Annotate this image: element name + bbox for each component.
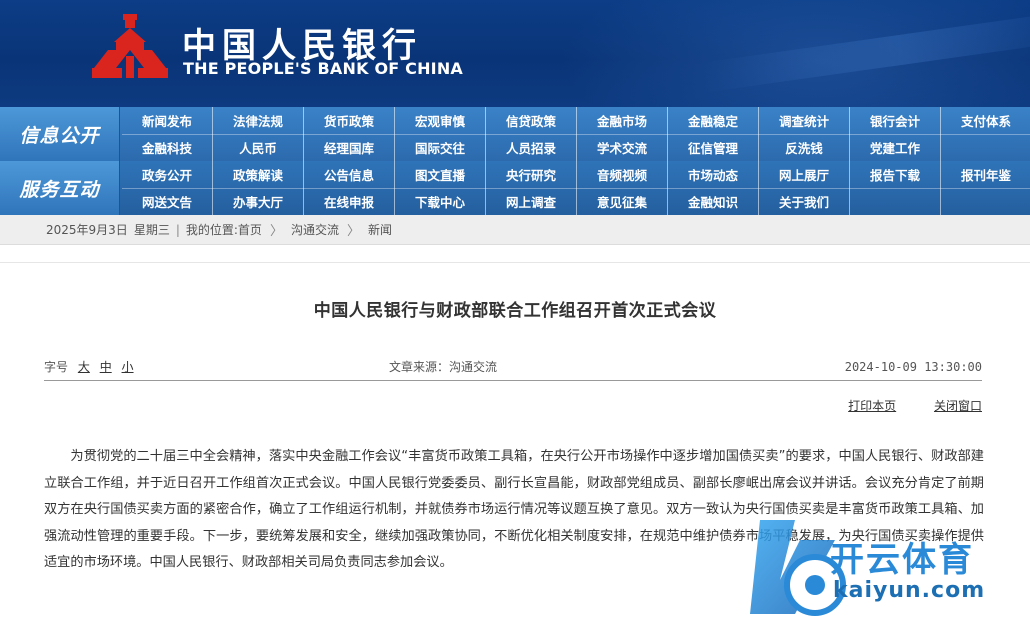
nav-item-section1-16[interactable]: 征信管理 [668,134,759,161]
nav-item-section2-17[interactable]: 关于我们 [759,188,850,215]
nav-item-section2-10[interactable]: 网送文告 [122,188,213,215]
nav-item-section2-2[interactable]: 公告信息 [304,161,395,188]
watermark-brand-cn: 开云体育 [830,540,974,580]
nav-item-section1-3[interactable]: 宏观审慎 [395,107,486,134]
nav-section-info: 信息公开 新闻发布 法律法规 货币政策 宏观审慎 信贷政策 金融市场 金融稳定 调查统计 银行会… [0,107,1030,161]
nav-category-service[interactable]: 服务互动 [0,161,120,215]
article-meta: 字号 大 中 小 文章来源：沟通交流 2024-10-09 13:30:00 [44,353,982,381]
nav-grid-service: 政务公开 政策解读 公告信息 图文直播 央行研究 音频视频 市场动态 网上展厅 报告下载 报刊年鉴… [122,161,1030,215]
breadcrumb-communication-link[interactable]: 沟通交流 [291,221,339,238]
close-window-link[interactable]: 关闭窗口 [934,399,982,413]
nav-item-section1-15[interactable]: 学术交流 [577,134,668,161]
article-source: 文章来源：沟通交流 [389,360,498,374]
font-size-small-link[interactable]: 小 [122,360,134,374]
nav-item-section2-5[interactable]: 音频视频 [577,161,668,188]
nav-item-section2-15[interactable]: 意见征集 [577,188,668,215]
breadcrumb-home-link[interactable]: 首页 [238,221,262,238]
nav-item-section1-11[interactable]: 人民币 [213,134,304,161]
nav-item-section1-7[interactable]: 调查统计 [759,107,850,134]
nav-item-section1-4[interactable]: 信贷政策 [486,107,577,134]
font-size-medium-link[interactable]: 中 [100,360,112,374]
nav-item-section2-4[interactable]: 央行研究 [486,161,577,188]
nav-grid-info: 新闻发布 法律法规 货币政策 宏观审慎 信贷政策 金融市场 金融稳定 调查统计 银行会计 支付体系… [122,107,1030,161]
nav-item-section1-9[interactable]: 支付体系 [941,107,1030,134]
nav-item-section1-10[interactable]: 金融科技 [122,134,213,161]
nav-item-section1-13[interactable]: 国际交往 [395,134,486,161]
nav-item-section1-14[interactable]: 人员招录 [486,134,577,161]
nav-item-section2-8[interactable]: 报告下载 [850,161,941,188]
nav-item-section2-16[interactable]: 金融知识 [668,188,759,215]
nav-item-section2-11[interactable]: 办事大厅 [213,188,304,215]
bank-name-en: THE PEOPLE'S BANK OF CHINA [183,59,464,78]
content-top-divider [0,262,1030,263]
current-weekday: 星期三 [133,223,170,237]
nav-item-section1-0[interactable]: 新闻发布 [122,107,213,134]
nav-item-section2-7[interactable]: 网上展厅 [759,161,850,188]
pboc-logo-icon[interactable] [90,12,170,84]
chevron-right-icon: 〉 [269,224,283,239]
font-size-large-link[interactable]: 大 [78,360,90,374]
location-label: 我的位置: [185,223,238,237]
nav-item-section2-6[interactable]: 市场动态 [668,161,759,188]
nav-item-section1-12[interactable]: 经理国库 [304,134,395,161]
nav-item-section2-13[interactable]: 下载中心 [395,188,486,215]
nav-item-section1-18[interactable]: 党建工作 [850,134,941,161]
nav-item-empty [941,134,1030,161]
nav-category-info[interactable]: 信息公开 [0,107,120,161]
nav-item-section1-8[interactable]: 银行会计 [850,107,941,134]
chevron-right-icon: 〉 [346,224,360,239]
nav-item-section2-9[interactable]: 报刊年鉴 [941,161,1030,188]
nav-item-section1-1[interactable]: 法律法规 [213,107,304,134]
nav-section-service: 服务互动 政务公开 政策解读 公告信息 图文直播 央行研究 音频视频 市场动态 网上展厅 报告下… [0,161,1030,215]
nav-item-section2-14[interactable]: 网上调查 [486,188,577,215]
nav-item-section2-12[interactable]: 在线申报 [304,188,395,215]
nav-item-section1-5[interactable]: 金融市场 [577,107,668,134]
site-banner: 中国人民银行 THE PEOPLE'S BANK OF CHINA [0,0,1030,107]
separator: | [175,222,180,237]
nav-item-section1-17[interactable]: 反洗钱 [759,134,850,161]
nav-item-empty [941,188,1030,215]
print-page-link[interactable]: 打印本页 [848,399,896,413]
nav-item-section2-1[interactable]: 政策解读 [213,161,304,188]
article-title: 中国人民银行与财政部联合工作组召开首次正式会议 [313,301,717,321]
current-date: 2025年9月3日 [46,223,128,237]
nav-item-section2-0[interactable]: 政务公开 [122,161,213,188]
main-nav: 信息公开 新闻发布 法律法规 货币政策 宏观审慎 信贷政策 金融市场 金融稳定 调查统计 银行会… [0,107,1030,215]
nav-item-section1-6[interactable]: 金融稳定 [668,107,759,134]
article-actions: 打印本页 关闭窗口 [814,397,982,414]
article-datetime: 2024-10-09 13:30:00 [844,359,982,374]
font-size-controls: 字号 大 中 小 [44,358,134,375]
breadcrumb: 2025年9月3日 星期三 | 我的位置: 首页 〉 沟通交流 〉 新闻 [0,215,1030,245]
nav-item-section2-3[interactable]: 图文直播 [395,161,486,188]
font-size-label: 字号 [44,360,69,374]
watermark-brand-en: kaiyun.com [833,578,986,603]
breadcrumb-news-link[interactable]: 新闻 [368,221,392,238]
nav-item-section1-2[interactable]: 货币政策 [304,107,395,134]
nav-item-empty [850,188,941,215]
